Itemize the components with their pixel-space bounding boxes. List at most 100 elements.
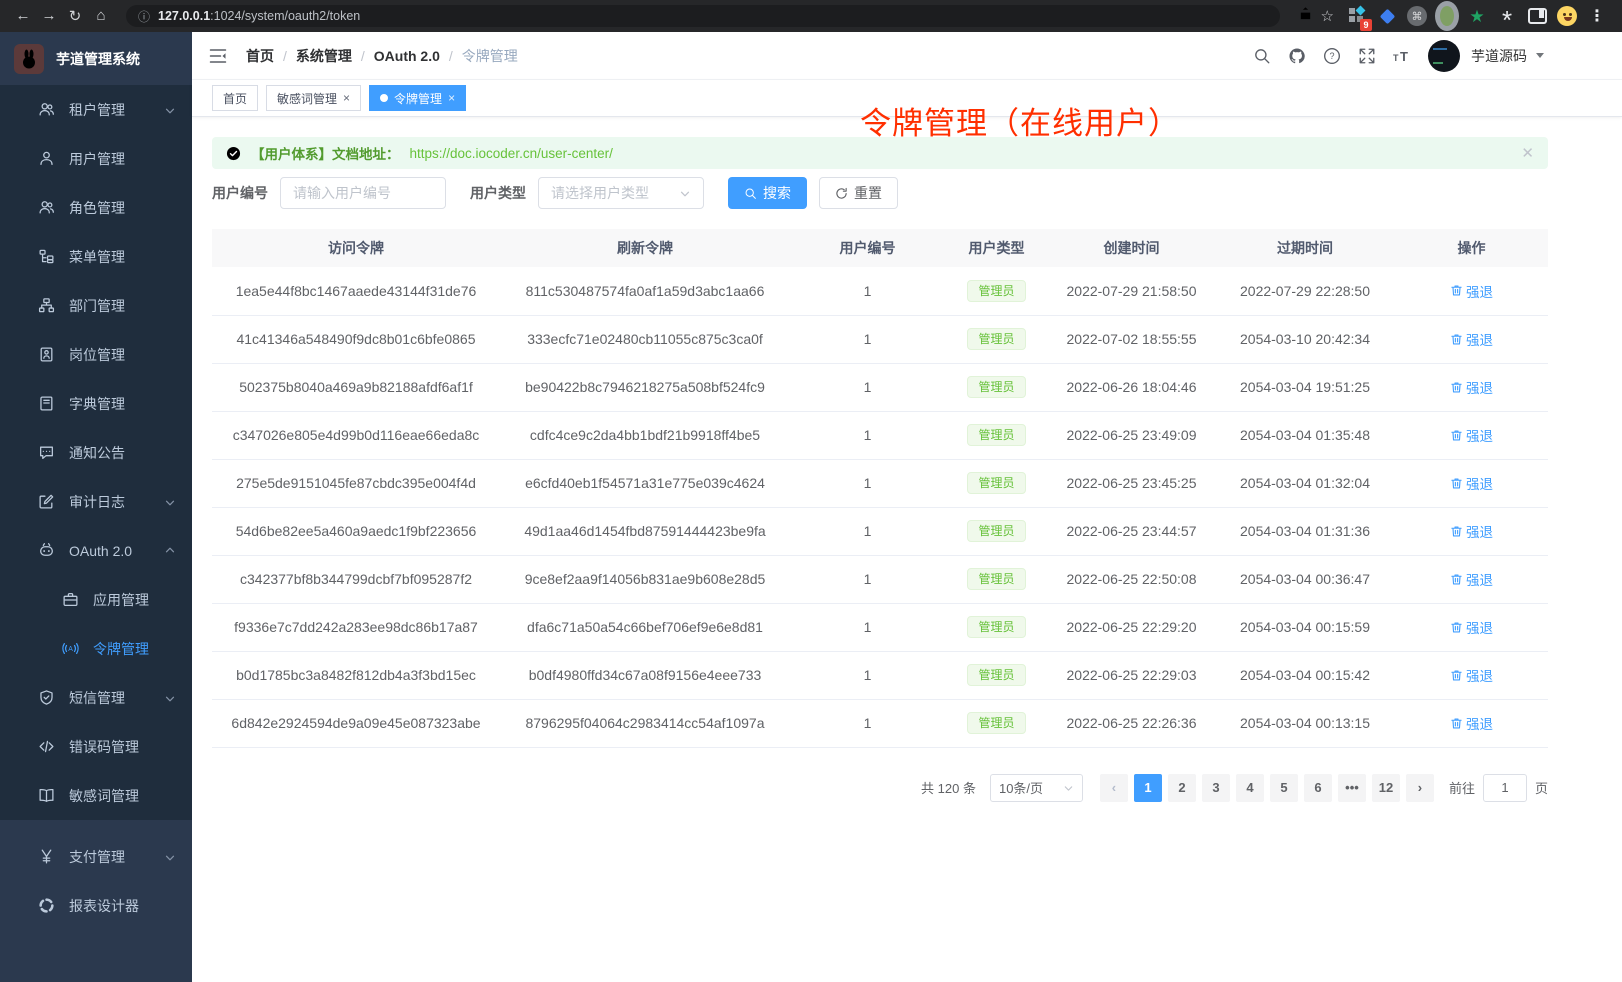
search-icon[interactable] [1253, 47, 1271, 65]
sidebar-item-11[interactable]: A令牌管理 [0, 624, 192, 673]
reload-icon[interactable]: ↻ [62, 7, 88, 25]
emoji-profile-icon[interactable] [1555, 4, 1579, 28]
force-logout-button[interactable]: 强退 [1450, 473, 1493, 493]
user-type-cell: 管理员 [945, 555, 1048, 603]
breadcrumb-item-0[interactable]: 首页 [246, 46, 274, 66]
tab-2[interactable]: 令牌管理× [369, 85, 466, 111]
force-logout-button[interactable]: 强退 [1450, 329, 1493, 349]
sidebar-item-0[interactable]: 租户管理 [0, 85, 192, 134]
recorder-circle-icon[interactable] [1435, 4, 1459, 28]
user-menu-caret-icon[interactable] [1536, 53, 1544, 58]
page-button-12[interactable]: 12 [1372, 774, 1400, 802]
table-row-7: f9336e7c7dd242a283ee98dc86b17a87dfa6c71a… [212, 603, 1548, 651]
next-page-button[interactable]: › [1406, 774, 1434, 802]
extensions-grid-icon[interactable]: 9 [1345, 4, 1369, 28]
help-icon[interactable]: ? [1323, 47, 1341, 65]
sidebar-item-7[interactable]: 通知公告 [0, 428, 192, 477]
user-type-select[interactable]: 请选择用户类型 [538, 177, 704, 209]
breadcrumb-separator: / [449, 48, 453, 64]
tab-0[interactable]: 首页 [212, 85, 258, 111]
github-icon[interactable] [1288, 47, 1306, 65]
asterisk-icon[interactable] [1495, 4, 1519, 28]
sidebar-item-2[interactable]: 角色管理 [0, 183, 192, 232]
sidebar-item-14[interactable]: 敏感词管理 [0, 771, 192, 820]
refresh-token-cell: 333ecfc71e02480cb11055c875c3ca0f [500, 315, 790, 363]
sidebar-item-1[interactable]: 用户管理 [0, 134, 192, 183]
sidebar-item-15[interactable]: 支付管理 [0, 832, 192, 881]
app-logo-row[interactable]: 芋道管理系统 [0, 32, 192, 85]
share-icon[interactable] [1298, 6, 1313, 26]
briefcase-icon [62, 591, 79, 608]
page-button-4[interactable]: 4 [1236, 774, 1264, 802]
avatar[interactable] [1428, 40, 1460, 72]
sidebar-item-label: 审计日志 [69, 492, 125, 512]
url-bar[interactable]: ⓘ 127.0.0.1:1024/system/oauth2/token [126, 5, 1280, 27]
green-star-icon[interactable] [1465, 4, 1489, 28]
prev-page-button[interactable]: ‹ [1100, 774, 1128, 802]
close-icon[interactable]: ✕ [1521, 144, 1534, 162]
sidebar-item-5[interactable]: 岗位管理 [0, 330, 192, 379]
tab-label: 首页 [223, 90, 247, 107]
back-icon[interactable]: ← [10, 7, 36, 25]
sidebar-item-16[interactable]: 报表设计器 [0, 881, 192, 930]
force-logout-button[interactable]: 强退 [1450, 665, 1493, 685]
font-size-icon[interactable]: TT [1393, 47, 1411, 65]
user-type-badge: 管理员 [967, 616, 1025, 638]
sidebar-item-3[interactable]: 菜单管理 [0, 232, 192, 281]
browser-toolbar: ←→↻⌂ ⓘ 127.0.0.1:1024/system/oauth2/toke… [0, 0, 1622, 32]
command-circle-icon[interactable] [1405, 4, 1429, 28]
home-icon[interactable]: ⌂ [88, 7, 114, 25]
force-logout-button[interactable]: 强退 [1450, 425, 1493, 445]
user-id-input[interactable] [280, 177, 446, 209]
column-header: 用户类型 [945, 229, 1048, 267]
page-button-5[interactable]: 5 [1270, 774, 1298, 802]
sidebar-item-12[interactable]: 短信管理 [0, 673, 192, 722]
sidebar-item-9[interactable]: OAuth 2.0 [0, 526, 192, 575]
page-button-1[interactable]: 1 [1134, 774, 1162, 802]
sidebar-item-6[interactable]: 字典管理 [0, 379, 192, 428]
forward-icon[interactable]: → [36, 7, 62, 25]
breadcrumb-item-1[interactable]: 系统管理 [296, 46, 352, 66]
side-panel-icon[interactable] [1525, 4, 1549, 28]
tab-close-icon[interactable]: × [448, 91, 455, 105]
sidebar-item-label: 应用管理 [93, 590, 149, 610]
sidebar-item-8[interactable]: 审计日志 [0, 477, 192, 526]
force-logout-button[interactable]: 强退 [1450, 713, 1493, 733]
sidebar-item-10[interactable]: 应用管理 [0, 575, 192, 624]
action-cell: 强退 [1395, 459, 1548, 507]
bookmark-star-icon[interactable]: ☆ [1321, 7, 1334, 25]
created-time-cell: 2022-06-25 22:29:03 [1048, 651, 1215, 699]
search-button[interactable]: 搜索 [728, 177, 807, 209]
goto-page-input[interactable] [1483, 774, 1527, 802]
tab-1[interactable]: 敏感词管理 × [266, 85, 361, 111]
page-button-2[interactable]: 2 [1168, 774, 1196, 802]
force-logout-button[interactable]: 强退 [1450, 377, 1493, 397]
browser-menu-icon[interactable] [1585, 4, 1609, 28]
created-time-cell: 2022-06-25 22:29:20 [1048, 603, 1215, 651]
tab-close-icon[interactable]: × [343, 91, 350, 105]
info-icon[interactable]: ⓘ [138, 8, 150, 25]
force-logout-button[interactable]: 强退 [1450, 281, 1493, 301]
force-logout-button[interactable]: 强退 [1450, 617, 1493, 637]
sidebar-menu-bottom: 支付管理报表设计器 [0, 820, 192, 982]
alert-doc-link[interactable]: https://doc.iocoder.cn/user-center/ [410, 146, 613, 161]
more-pages-button[interactable]: ••• [1338, 774, 1366, 802]
page-size-select[interactable]: 10条/页 [990, 774, 1083, 802]
sidebar-item-4[interactable]: 部门管理 [0, 281, 192, 330]
expire-time-cell: 2054-03-04 19:51:25 [1215, 363, 1395, 411]
user-name[interactable]: 芋道源码 [1471, 46, 1527, 66]
collapse-menu-icon[interactable] [208, 46, 228, 66]
page-button-6[interactable]: 6 [1304, 774, 1332, 802]
gem-icon[interactable] [1375, 4, 1399, 28]
page-button-3[interactable]: 3 [1202, 774, 1230, 802]
force-logout-button[interactable]: 强退 [1450, 521, 1493, 541]
sidebar-item-13[interactable]: 错误码管理 [0, 722, 192, 771]
total-count: 共 120 条 [921, 778, 976, 797]
user-type-badge: 管理员 [967, 280, 1025, 302]
reset-button[interactable]: 重置 [819, 177, 898, 209]
tab-label: 敏感词管理 [277, 90, 337, 107]
main-area: 首页/系统管理/OAuth 2.0/令牌管理 ?TT 芋道源码 首页敏感词管理×… [192, 32, 1622, 982]
force-logout-button[interactable]: 强退 [1450, 569, 1493, 589]
breadcrumb-item-2[interactable]: OAuth 2.0 [374, 48, 440, 64]
fullscreen-icon[interactable] [1358, 47, 1376, 65]
